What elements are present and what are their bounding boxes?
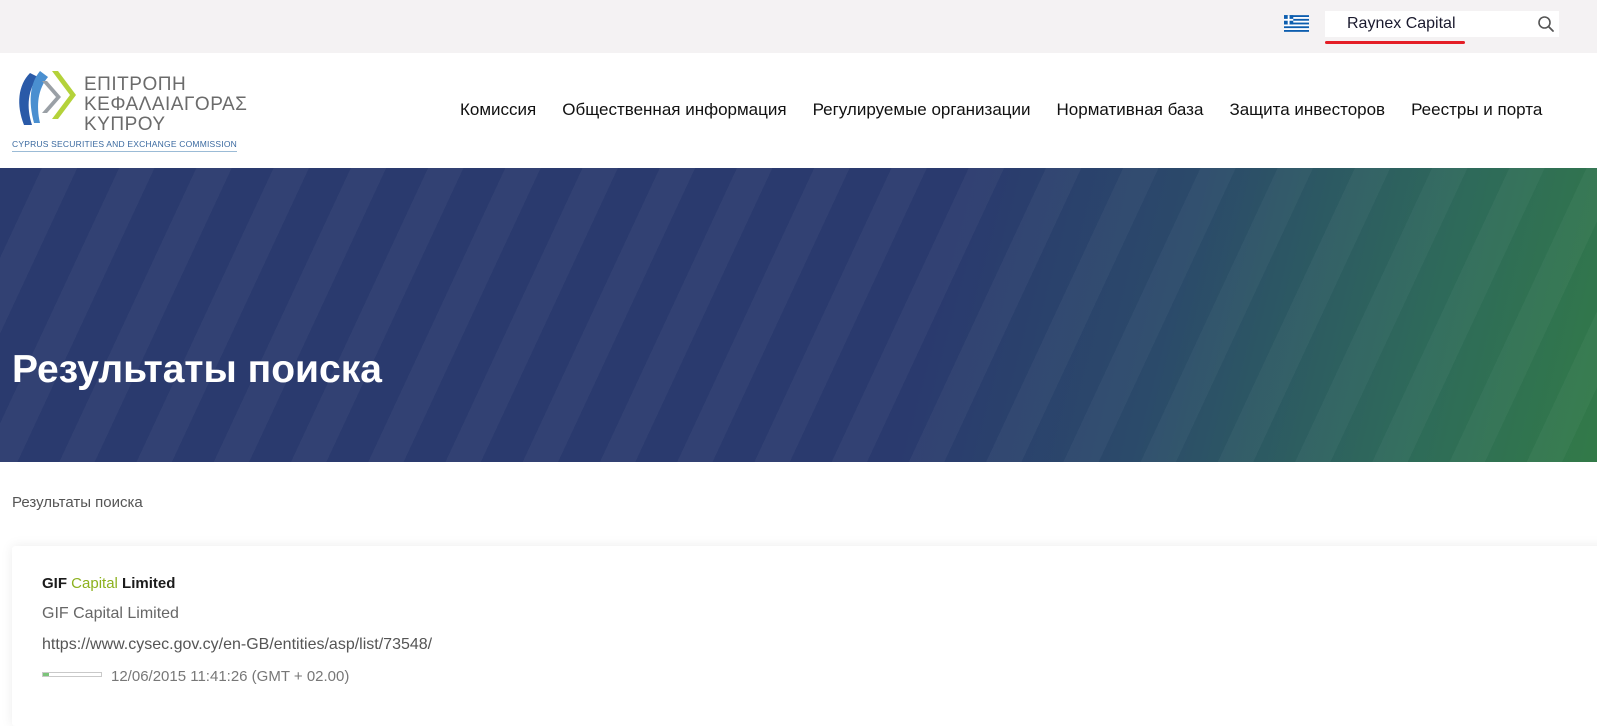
logo-line-2: ΚΕΦΑΛΑΙΑΓΟΡΑΣ	[84, 94, 248, 115]
search-icon[interactable]	[1537, 15, 1555, 33]
logo-text: ΕΠΙΤΡΟΠΗ ΚΕΦΑΛΑΙΑΓΟΡΑΣ ΚΥΠΡΟΥ	[84, 75, 247, 135]
result-date: 12/06/2015 11:41:26 (GMT + 02.00)	[111, 668, 350, 685]
nav-item-investor-protection[interactable]: Защита инвесторов	[1229, 100, 1385, 120]
hero-banner: Результаты поиска	[0, 168, 1597, 462]
search-annotation-underline	[1325, 41, 1465, 44]
nav-item-legal-framework[interactable]: Нормативная база	[1057, 100, 1204, 120]
nav-item-public-info[interactable]: Общественная информация	[562, 100, 786, 120]
top-utility-bar	[0, 0, 1597, 53]
search-result-card: GIF Capital Limited GIF Capital Limited …	[12, 546, 1597, 726]
result-title-suffix: Limited	[117, 575, 176, 592]
greek-flag-icon[interactable]	[1284, 15, 1309, 32]
cysec-logo[interactable]: ΕΠΙΤΡΟΠΗ ΚΕΦΑΛΑΙΑΓΟΡΑΣ ΚΥΠΡΟΥ CYPRUS SEC…	[12, 67, 252, 157]
result-title-prefix: GIF	[42, 575, 72, 592]
result-title-highlight: Capital	[71, 575, 118, 592]
result-description: GIF Capital Limited	[42, 605, 179, 622]
logo-subtitle: CYPRUS SECURITIES AND EXCHANGE COMMISSIO…	[12, 139, 237, 152]
search-input[interactable]	[1325, 11, 1525, 37]
site-header: ΕΠΙΤΡΟΠΗ ΚΕΦΑΛΑΙΑΓΟΡΑΣ ΚΥΠΡΟΥ CYPRUS SEC…	[0, 53, 1597, 168]
page-title: Результаты поиска	[12, 348, 382, 391]
nav-item-regulated-entities[interactable]: Регулируемые организации	[813, 100, 1031, 120]
relevance-fill	[43, 673, 49, 676]
cysec-emblem-icon	[19, 71, 76, 125]
relevance-bar	[42, 672, 102, 677]
nav-item-commission[interactable]: Комиссия	[460, 100, 536, 120]
search-box	[1325, 11, 1559, 37]
logo-line-3: ΚΥΠΡΟΥ	[84, 114, 166, 135]
result-url[interactable]: https://www.cysec.gov.cy/en-GB/entities/…	[42, 636, 432, 654]
breadcrumb: Результаты поиска	[12, 494, 143, 511]
nav-item-registers[interactable]: Реестры и порта	[1411, 100, 1542, 120]
logo-line-1: ΕΠΙΤΡΟΠΗ	[84, 74, 187, 95]
result-title-link[interactable]: GIF Capital Limited	[42, 575, 175, 592]
main-nav: Комиссия Общественная информация Регулир…	[460, 100, 1568, 120]
